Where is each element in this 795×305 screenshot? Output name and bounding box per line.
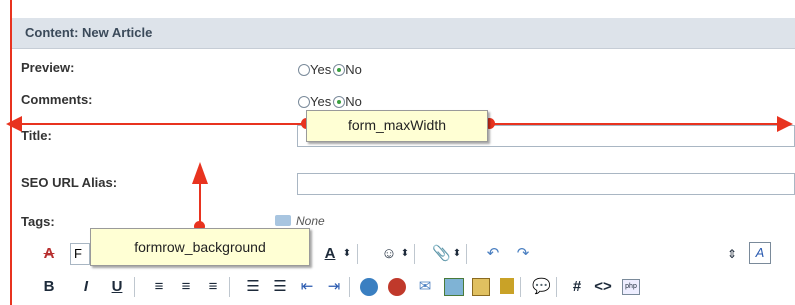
bold-button[interactable]: B <box>40 276 58 298</box>
resize-icon[interactable]: ⇕ <box>726 243 738 265</box>
comments-radio-group: Yes No <box>298 93 364 109</box>
email-icon[interactable]: ✉ <box>416 276 434 298</box>
font-select[interactable]: F <box>70 243 90 265</box>
preview-label: Preview: <box>21 60 75 75</box>
arrow-right-icon <box>777 116 793 132</box>
emoticon-icon[interactable]: ☺ <box>380 243 398 265</box>
undo-icon[interactable]: ↶ <box>484 243 502 265</box>
attach-icon[interactable]: 📎 <box>432 243 451 265</box>
toolbar-separator <box>134 277 135 297</box>
preview-yes-radio[interactable] <box>298 63 310 76</box>
indent-icon[interactable]: ⇥ <box>325 276 343 298</box>
underline-button[interactable]: U <box>108 276 126 298</box>
arrow-up-icon <box>192 162 208 184</box>
redo-icon[interactable]: ↷ <box>514 243 532 265</box>
tag-icon <box>275 215 291 226</box>
italic-button[interactable]: I <box>77 276 95 298</box>
media-icon[interactable] <box>500 278 514 294</box>
unlink-icon[interactable] <box>388 278 406 296</box>
form-row-seo: SEO URL Alias: <box>11 171 795 197</box>
align-center-icon[interactable]: ≡ <box>177 276 195 298</box>
toolbar-separator <box>556 277 557 297</box>
unordered-list-icon[interactable]: ☰ <box>271 276 289 298</box>
toolbar-separator <box>229 277 230 297</box>
toolbar-separator <box>520 277 521 297</box>
comments-yes-radio[interactable] <box>298 95 310 108</box>
attach-dropdown-icon[interactable]: ⬍ <box>452 243 462 265</box>
remove-format-icon[interactable]: A <box>40 243 58 265</box>
hash-button[interactable]: # <box>568 276 586 298</box>
title-label: Title: <box>21 128 52 143</box>
seo-label: SEO URL Alias: <box>21 175 118 190</box>
php-icon[interactable]: php <box>622 279 640 295</box>
toolbar-separator <box>349 277 350 297</box>
form-row-comments: Comments: Yes No <box>11 90 795 112</box>
emoticon-dropdown-icon[interactable]: ⬍ <box>400 243 410 265</box>
font-color-dropdown-icon[interactable]: ⬍ <box>342 243 352 265</box>
code-button[interactable]: <> <box>592 276 614 298</box>
font-color-icon[interactable]: A <box>320 243 340 265</box>
annotation-left-guide <box>10 0 12 305</box>
tags-label: Tags: <box>21 214 55 229</box>
toolbar-separator <box>414 244 415 264</box>
panel-title: Content: New Article <box>11 18 795 49</box>
video-icon[interactable] <box>472 278 490 296</box>
link-icon[interactable] <box>360 278 378 296</box>
arrow-left-icon <box>6 116 22 132</box>
seo-input[interactable] <box>297 173 795 195</box>
preview-radio-group: Yes No <box>298 61 364 77</box>
comments-no-radio[interactable] <box>333 95 346 108</box>
preview-no-label: No <box>345 62 362 78</box>
ordered-list-icon[interactable]: ☰ <box>244 276 262 298</box>
quote-icon[interactable]: 💬 <box>532 276 551 298</box>
tags-value[interactable]: None <box>296 214 325 228</box>
toolbar-separator <box>466 244 467 264</box>
image-icon[interactable] <box>444 278 464 296</box>
preview-yes-label: Yes <box>310 62 332 78</box>
comments-no-label: No <box>345 94 362 110</box>
callout-formrow-background: formrow_background <box>90 228 310 266</box>
form-row-preview: Preview: Yes No <box>11 58 795 80</box>
preview-no-radio[interactable] <box>333 63 346 76</box>
outdent-icon[interactable]: ⇤ <box>298 276 316 298</box>
toolbar-separator <box>357 244 358 264</box>
comments-yes-label: Yes <box>310 94 332 110</box>
spellcheck-icon[interactable]: A <box>749 242 771 264</box>
callout-form-maxwidth: form_maxWidth <box>306 110 488 142</box>
comments-label: Comments: <box>21 92 93 107</box>
align-left-icon[interactable]: ≡ <box>150 276 168 298</box>
align-right-icon[interactable]: ≡ <box>204 276 222 298</box>
